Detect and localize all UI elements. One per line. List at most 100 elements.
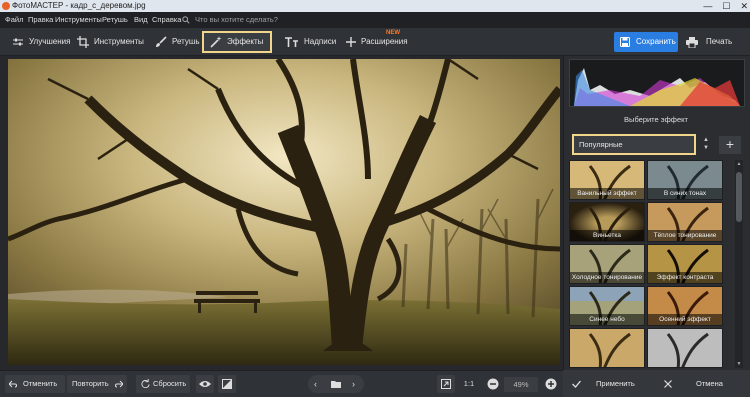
plus-icon xyxy=(346,37,356,47)
redo-button[interactable]: Повторить xyxy=(67,375,127,393)
tab-extensions[interactable]: Расширения xyxy=(340,31,414,53)
menu-file[interactable]: Файл xyxy=(5,12,23,28)
category-dropdown[interactable]: Популярные xyxy=(572,134,696,155)
prev-image-icon[interactable]: ‹ xyxy=(314,375,317,393)
image-nav-group: ‹ › xyxy=(308,375,364,393)
app-logo-icon xyxy=(2,2,10,10)
scroll-down-icon[interactable]: ▼ xyxy=(735,361,743,367)
panel-title: Выберите эффект xyxy=(624,115,688,124)
reset-label: Сбросить xyxy=(153,379,187,388)
tab-retouch-label: Ретушь xyxy=(172,37,200,46)
tab-captions[interactable]: Надписи xyxy=(279,31,342,53)
menu-retouch[interactable]: Ретушь xyxy=(102,12,128,28)
search-field[interactable]: Что вы хотите сделать? xyxy=(182,14,332,26)
effect-thumb-vignette[interactable]: Виньетка xyxy=(569,202,645,242)
redo-label: Повторить xyxy=(72,379,109,388)
menu-view[interactable]: Вид xyxy=(134,12,148,28)
crop-icon xyxy=(77,36,89,48)
compare-button[interactable] xyxy=(218,375,236,393)
effect-thumb-cold-toning[interactable]: Холодное тонирование xyxy=(569,244,645,284)
search-placeholder: Что вы хотите сделать? xyxy=(195,15,278,24)
text-icon xyxy=(285,37,298,47)
folder-icon[interactable] xyxy=(331,380,341,388)
tab-tools[interactable]: Инструменты xyxy=(71,31,150,53)
effect-thumb-vanilla[interactable]: Ванильный эффект xyxy=(569,160,645,200)
fit-screen-icon xyxy=(441,379,451,389)
magic-wand-icon xyxy=(210,36,222,48)
effect-label: Холодное тонирование xyxy=(570,272,644,283)
window-title: ФотоМАСТЕР - кадр_с_деревом.jpg xyxy=(12,1,146,10)
tab-extensions-label: Расширения xyxy=(361,37,408,46)
printer-icon xyxy=(686,37,698,48)
effect-label: Эффект контраста xyxy=(648,272,722,283)
effect-label: Виньетка xyxy=(570,230,644,241)
search-icon xyxy=(182,16,190,24)
zoom-in-button[interactable] xyxy=(542,375,560,393)
effect-label: Тёплое тонирование xyxy=(648,230,722,241)
effect-label: Ванильный эффект xyxy=(570,188,644,199)
minus-circle-icon xyxy=(487,378,499,390)
sliders-icon xyxy=(13,38,23,46)
apply-button[interactable]: Применить xyxy=(566,375,654,393)
next-image-icon[interactable]: › xyxy=(352,375,355,393)
effect-thumb-autumn[interactable]: Осенний эффект xyxy=(647,286,723,326)
redo-icon xyxy=(115,380,123,388)
tab-tools-label: Инструменты xyxy=(94,37,144,46)
effect-label: Осенний эффект xyxy=(648,314,722,325)
undo-icon xyxy=(9,380,17,388)
category-selected: Популярные xyxy=(579,140,623,149)
menu-help[interactable]: Справка xyxy=(152,12,181,28)
floppy-disk-icon xyxy=(620,37,630,47)
scroll-up-icon[interactable]: ▲ xyxy=(735,161,743,167)
fit-screen-button[interactable] xyxy=(437,375,455,393)
reset-button[interactable]: Сбросить xyxy=(136,375,190,393)
print-label: Печать xyxy=(706,37,733,46)
effect-thumb-warm-toning[interactable]: Тёплое тонирование xyxy=(647,202,723,242)
effect-thumb-partial-2[interactable] xyxy=(647,328,723,368)
effects-scrollbar[interactable]: ▲ ▼ xyxy=(735,160,743,368)
undo-button[interactable]: Отменить xyxy=(5,375,65,393)
effect-thumb-partial-1[interactable] xyxy=(569,328,645,368)
menu-bar: Файл Правка Инструменты Ретушь Вид Справ… xyxy=(0,12,750,28)
zoom-out-button[interactable] xyxy=(484,375,502,393)
plus-circle-icon xyxy=(545,378,557,390)
tab-retouch[interactable]: Ретушь xyxy=(149,31,206,53)
effect-thumb-blue-tones[interactable]: В синих тонах xyxy=(647,160,723,200)
save-button[interactable]: Сохранить xyxy=(614,32,678,52)
effect-label: В синих тонах xyxy=(648,188,722,199)
tab-effects-label: Эффекты xyxy=(227,37,264,46)
effect-thumb-blue-sky[interactable]: Синее небо xyxy=(569,286,645,326)
save-label: Сохранить xyxy=(636,37,676,46)
tab-improvements[interactable]: Улучшения xyxy=(6,31,76,53)
preview-eye-button[interactable] xyxy=(196,375,214,393)
photo-canvas[interactable] xyxy=(8,59,560,365)
menu-edit[interactable]: Правка xyxy=(28,12,53,28)
tab-effects[interactable]: Эффекты xyxy=(202,31,272,53)
menu-tools[interactable]: Инструменты xyxy=(55,12,102,28)
print-button[interactable]: Печать xyxy=(682,32,746,52)
tab-captions-label: Надписи xyxy=(304,37,337,46)
dropdown-arrows-icon[interactable]: ▲ ▼ xyxy=(699,136,713,154)
brush-icon xyxy=(156,36,167,47)
undo-label: Отменить xyxy=(23,379,58,388)
minimize-button[interactable]: — xyxy=(703,0,712,12)
cancel-button[interactable]: Отмена xyxy=(658,375,746,393)
maximize-button[interactable]: ☐ xyxy=(722,0,730,12)
new-badge: NEW xyxy=(386,30,400,36)
scrollbar-thumb[interactable] xyxy=(736,172,742,222)
effect-label: Синее небо xyxy=(570,314,644,325)
zoom-value[interactable]: 49% xyxy=(504,377,538,392)
eye-icon xyxy=(199,381,211,387)
close-button[interactable]: ✕ xyxy=(740,0,748,12)
effects-grid: Ванильный эффект В синих тонах Виньетка … xyxy=(569,160,733,368)
ratio-button[interactable]: 1:1 xyxy=(460,375,478,393)
reset-icon xyxy=(141,379,150,388)
cancel-label: Отмена xyxy=(696,379,723,388)
histogram xyxy=(569,59,745,107)
effect-thumb-contrast[interactable]: Эффект контраста xyxy=(647,244,723,284)
apply-label: Применить xyxy=(596,379,635,388)
check-icon xyxy=(572,380,581,388)
window-controls: — ☐ ✕ xyxy=(703,0,748,12)
add-effect-button[interactable]: + xyxy=(719,136,741,154)
close-icon xyxy=(664,380,672,388)
